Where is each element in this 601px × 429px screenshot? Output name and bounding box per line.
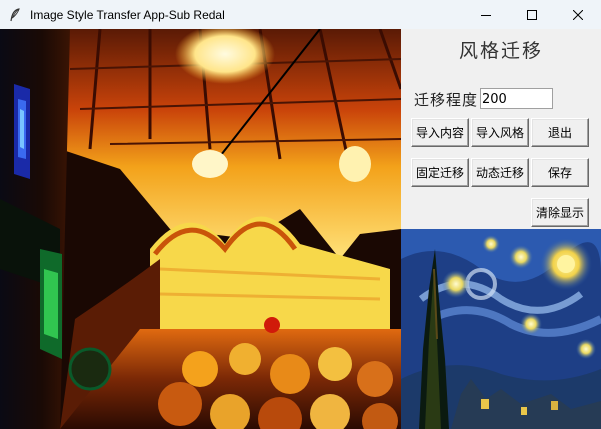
dynamic-transfer-button[interactable]: 动态迁移 bbox=[471, 158, 529, 187]
window-controls bbox=[463, 0, 601, 29]
import-style-button[interactable]: 导入风格 bbox=[471, 118, 529, 147]
transfer-degree-label: 迁移程度 bbox=[414, 91, 479, 109]
feather-icon bbox=[8, 7, 22, 22]
content-image bbox=[0, 29, 401, 429]
save-button[interactable]: 保存 bbox=[531, 158, 589, 187]
style-image bbox=[401, 229, 601, 429]
maximize-icon[interactable] bbox=[509, 0, 555, 29]
panel-title: 风格迁移 bbox=[458, 40, 543, 62]
transfer-degree-input[interactable] bbox=[480, 88, 553, 109]
minimize-icon[interactable] bbox=[463, 0, 509, 29]
exit-button[interactable]: 退出 bbox=[531, 118, 589, 147]
fixed-transfer-button[interactable]: 固定迁移 bbox=[411, 158, 469, 187]
title-bar: Image Style Transfer App-Sub Redal bbox=[0, 0, 601, 29]
close-icon[interactable] bbox=[555, 0, 601, 29]
window-title: Image Style Transfer App-Sub Redal bbox=[30, 7, 225, 22]
import-content-button[interactable]: 导入内容 bbox=[411, 118, 469, 147]
app-content: 风格迁移 迁移程度 导入内容 导入风格 退出 固定迁移 动态迁移 保存 清除显示 bbox=[0, 29, 601, 429]
clear-display-button[interactable]: 清除显示 bbox=[531, 198, 589, 227]
